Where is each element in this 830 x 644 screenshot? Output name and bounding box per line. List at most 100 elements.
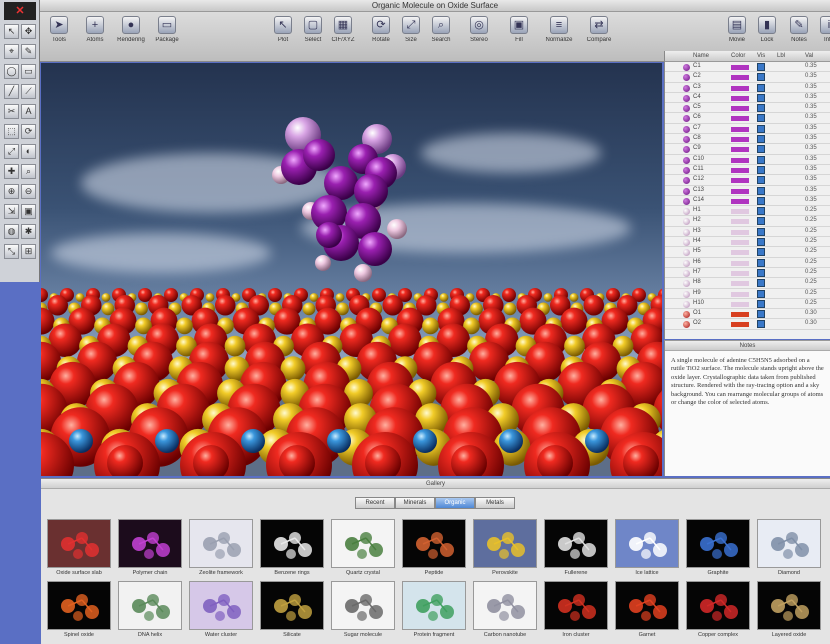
atom-list-column-header[interactable]: Color [731,53,745,59]
visibility-checkbox[interactable] [757,207,765,216]
toolbar-button-info[interactable]: i Info [810,16,830,56]
atom-list-row[interactable]: C3 0.35 [665,83,830,93]
atom-color-swatch[interactable] [731,281,749,287]
atom-list-row[interactable]: C8 0.35 [665,134,830,145]
toolbar-button-package[interactable]: ▭ Package [148,16,186,56]
notes-text[interactable]: A single molecule of adenine C5H5N5 adso… [665,351,830,413]
atom-color-swatch[interactable] [731,137,749,143]
palette-tool-icon[interactable]: ◐ [21,144,36,159]
visibility-checkbox[interactable] [757,124,765,133]
gallery-tab-organic[interactable]: Organic [435,497,475,509]
visibility-checkbox[interactable] [757,165,765,174]
atom-color-swatch[interactable] [731,260,749,266]
visibility-checkbox[interactable] [757,227,765,236]
visibility-checkbox[interactable] [757,83,765,92]
atom-color-swatch[interactable] [731,75,749,81]
gallery-thumbnail[interactable] [686,581,750,630]
visibility-checkbox[interactable] [757,114,765,123]
visibility-checkbox[interactable] [757,279,765,288]
atom-list-row[interactable]: C7 0.35 [665,124,830,135]
gallery-tab-recent[interactable]: Recent [355,497,395,509]
atom-color-swatch[interactable] [731,209,749,215]
toolbar-button-atoms[interactable]: + Atoms [76,16,114,56]
atom-color-swatch[interactable] [731,157,749,163]
atom-color-swatch[interactable] [731,95,749,101]
atom-color-swatch[interactable] [731,291,749,297]
gallery-thumbnail[interactable] [260,581,324,630]
visibility-checkbox[interactable] [757,145,765,154]
gallery-tab-metals[interactable]: Metals [475,497,515,509]
atom-color-swatch[interactable] [731,126,749,132]
visibility-checkbox[interactable] [757,289,765,298]
atom-color-swatch[interactable] [731,312,749,318]
gallery-thumbnail[interactable] [331,519,395,568]
atom-list-row[interactable]: H2 0.25 [665,216,830,227]
visibility-checkbox[interactable] [757,258,765,267]
atom-color-swatch[interactable] [731,270,749,276]
gallery-thumbnail[interactable] [402,519,466,568]
visibility-checkbox[interactable] [757,310,765,319]
atom-list-row[interactable]: C4 0.35 [665,93,830,104]
toolbar-button-cif-xyz[interactable]: ▦ CIF/XYZ [324,16,362,56]
atom-color-swatch[interactable] [731,147,749,153]
structure-viewport[interactable] [41,63,662,476]
palette-tool-icon[interactable]: ✥ [21,24,36,39]
gallery-thumbnail[interactable] [615,519,679,568]
gallery-thumbnail[interactable] [189,581,253,630]
gallery-thumbnail[interactable] [544,581,608,630]
visibility-checkbox[interactable] [757,299,765,308]
atom-color-swatch[interactable] [731,240,749,246]
gallery-thumbnail[interactable] [615,581,679,630]
palette-tool-icon[interactable]: ↖ [4,24,19,39]
atom-color-swatch[interactable] [731,188,749,194]
palette-tool-icon[interactable]: ⤢ [4,144,19,159]
palette-tool-icon[interactable]: ✂ [4,104,19,119]
gallery-tab-minerals[interactable]: Minerals [395,497,435,509]
visibility-checkbox[interactable] [757,238,765,247]
gallery-thumbnail[interactable] [686,519,750,568]
palette-tool-icon[interactable]: ▣ [21,204,36,219]
gallery-thumbnail[interactable] [260,519,324,568]
gallery-thumbnail[interactable] [118,519,182,568]
visibility-checkbox[interactable] [757,155,765,164]
atom-list-row[interactable]: C5 0.35 [665,103,830,114]
visibility-checkbox[interactable] [757,63,765,71]
palette-tool-icon[interactable]: ⊞ [21,244,36,259]
toolbar-button-stereo[interactable]: ◎ Stereo [460,16,498,56]
visibility-checkbox[interactable] [757,135,765,144]
atom-list-row[interactable]: H9 0.25 [665,289,830,299]
atom-list-column-header[interactable]: Val [805,53,813,59]
visibility-checkbox[interactable] [757,217,765,226]
palette-tool-icon[interactable]: ✚ [4,164,19,179]
visibility-checkbox[interactable] [757,268,765,277]
atom-list-row[interactable]: C14 0.35 [665,196,830,207]
toolbar-button-search[interactable]: ⌕ Search [422,16,460,56]
palette-tool-icon[interactable]: ╱ [4,84,19,99]
atom-list-row[interactable]: C10 0.35 [665,155,830,165]
palette-tool-icon[interactable]: ⌖ [4,44,19,59]
atom-list-row[interactable]: H1 0.25 [665,206,830,217]
atom-list-row[interactable]: H4 0.25 [665,237,830,248]
palette-tool-icon[interactable]: ⇲ [4,204,19,219]
atom-color-swatch[interactable] [731,178,749,184]
atom-list-column-header[interactable]: Name [693,53,709,59]
atom-list-column-header[interactable]: Lbl [777,53,785,59]
atom-color-swatch[interactable] [731,229,749,235]
atom-color-swatch[interactable] [731,322,749,328]
atom-list-row[interactable]: C13 0.35 [665,186,830,196]
toolbar-button-fill[interactable]: ▣ Fill [500,16,538,56]
palette-tool-icon[interactable]: ◯ [4,64,19,79]
toolbar-button-rendering[interactable]: ● Rendering [112,16,150,56]
toolbar-button-compare[interactable]: ⇄ Compare [580,16,618,56]
atom-color-swatch[interactable] [731,65,749,70]
visibility-checkbox[interactable] [757,104,765,113]
atom-list-row[interactable]: H3 0.25 [665,227,830,238]
gallery-thumbnail[interactable] [331,581,395,630]
palette-tool-icon[interactable]: A [21,104,36,119]
palette-tool-icon[interactable]: ⬚ [4,124,19,139]
palette-tool-icon[interactable]: ⟋ [21,84,36,99]
gallery-thumbnail[interactable] [757,581,821,630]
visibility-checkbox[interactable] [757,196,765,205]
atom-list-row[interactable]: O2 0.30 [665,319,830,330]
palette-tool-icon[interactable]: ◍ [4,224,19,239]
